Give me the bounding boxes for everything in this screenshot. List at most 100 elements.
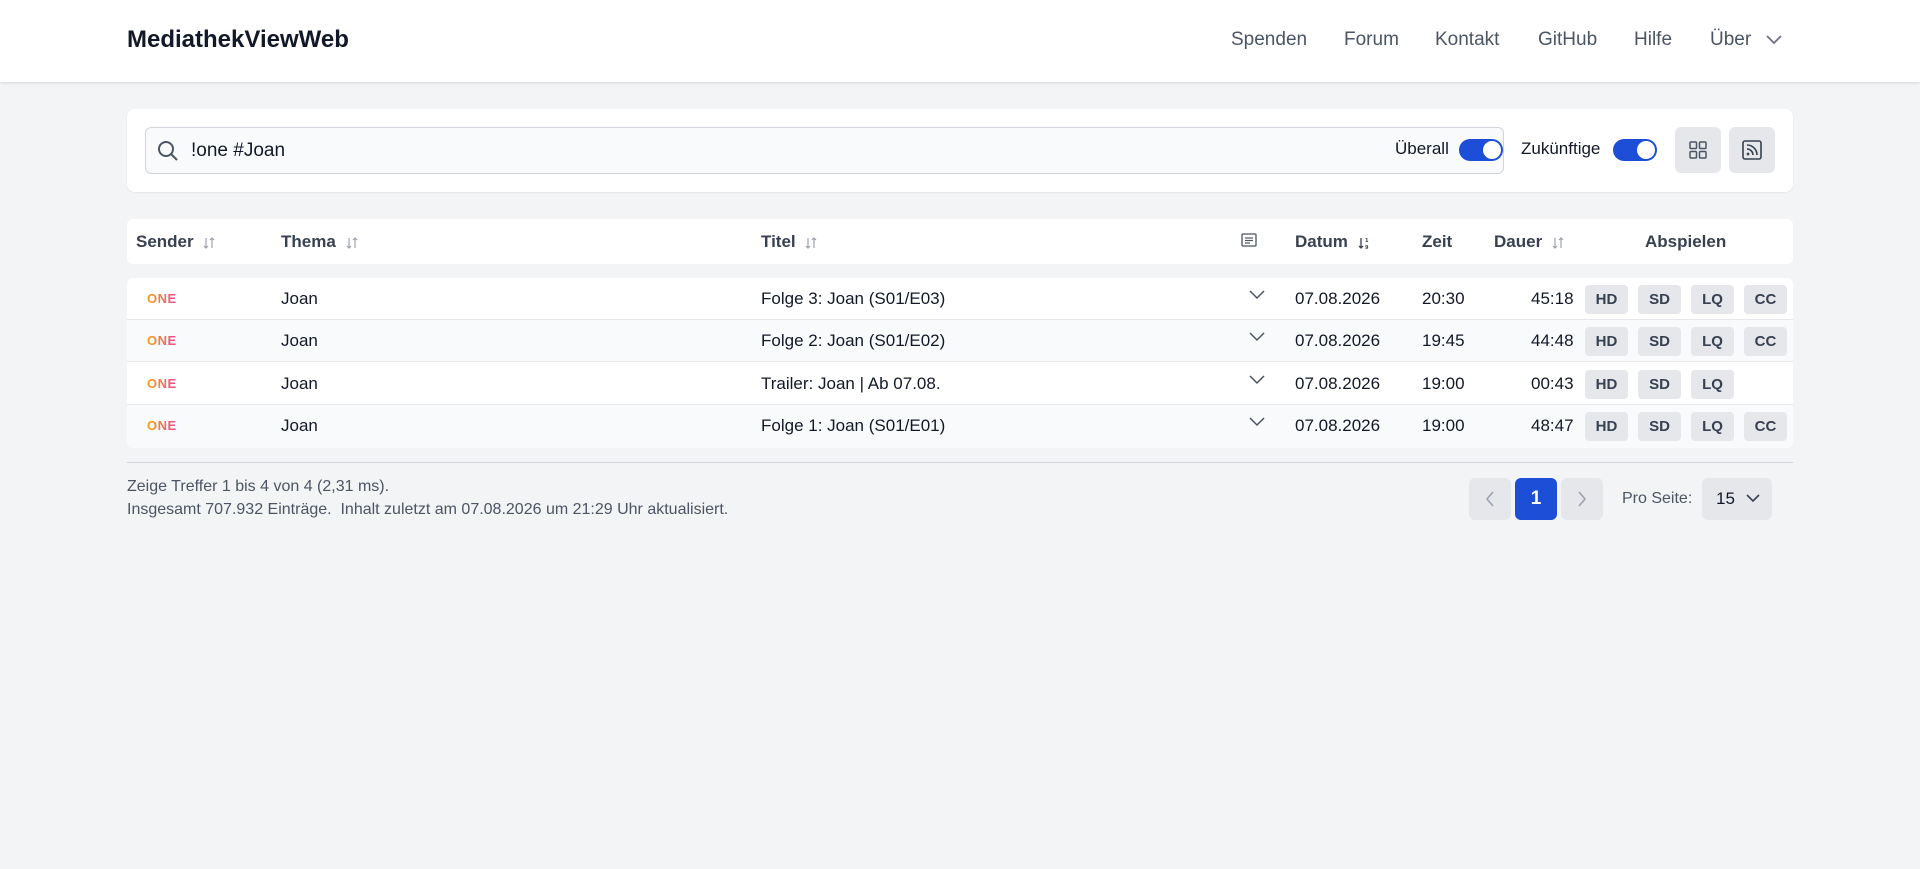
search-icon: [158, 141, 178, 161]
column-description[interactable]: [1241, 232, 1257, 252]
toggle-everywhere[interactable]: [1459, 139, 1503, 161]
prev-page-button[interactable]: [1469, 478, 1511, 520]
svg-text:9: 9: [1365, 245, 1369, 250]
sort-icon: [805, 236, 817, 249]
chevron-down-icon[interactable]: [1249, 417, 1265, 427]
nav-kontakt[interactable]: Kontakt: [1435, 29, 1499, 51]
sort-descending-icon: 1 9: [1358, 237, 1369, 250]
divider: [127, 462, 1793, 463]
per-page-select[interactable]: 15: [1702, 478, 1772, 520]
sender-logo[interactable]: ONE: [147, 418, 177, 433]
rss-feed-button[interactable]: [1729, 127, 1775, 173]
thema-cell[interactable]: Joan: [281, 289, 318, 309]
column-label: Thema: [281, 232, 336, 251]
titel-cell[interactable]: Folge 3: Joan (S01/E03): [761, 289, 945, 309]
per-page-label: Pro Seite:: [1622, 490, 1693, 507]
chevron-down-icon[interactable]: [1249, 332, 1265, 342]
titel-cell[interactable]: Trailer: Joan | Ab 07.08.: [761, 374, 941, 394]
play-sd-button[interactable]: SD: [1638, 285, 1681, 314]
play-sd-button[interactable]: SD: [1638, 370, 1681, 399]
play-sd-button[interactable]: SD: [1638, 327, 1681, 356]
dauer-cell: 00:43: [1531, 374, 1574, 393]
thema-cell[interactable]: Joan: [281, 374, 318, 394]
next-page-button[interactable]: [1561, 478, 1603, 520]
chevron-down-icon[interactable]: [1249, 290, 1265, 300]
sort-icon: [1552, 236, 1564, 249]
table-row: ONE Joan Trailer: Joan | Ab 07.08. 07.08…: [127, 363, 1793, 405]
column-sender[interactable]: Sender: [136, 232, 216, 252]
column-abspielen: Abspielen: [1645, 232, 1726, 252]
play-lq-button[interactable]: LQ: [1691, 285, 1734, 314]
nav-hilfe[interactable]: Hilfe: [1634, 29, 1672, 51]
play-lq-button[interactable]: LQ: [1691, 412, 1734, 441]
chevron-down-icon[interactable]: [1249, 375, 1265, 385]
zeit-cell: 19:00: [1422, 416, 1465, 435]
search-box: [145, 127, 1504, 174]
sort-icon: [346, 236, 357, 249]
page-button-current[interactable]: 1: [1515, 478, 1557, 520]
chevron-right-icon: [1578, 491, 1587, 507]
description-icon: [1241, 233, 1257, 247]
play-hd-button[interactable]: HD: [1585, 285, 1628, 314]
column-label: Zeit: [1422, 232, 1453, 251]
nav-ueber[interactable]: Über: [1710, 29, 1783, 51]
toggle-future[interactable]: [1613, 139, 1657, 161]
column-dauer[interactable]: Dauer: [1494, 232, 1565, 252]
subtitles-button[interactable]: CC: [1744, 285, 1787, 314]
hits-info: Zeige Treffer 1 bis 4 von 4 (2,31 ms).: [127, 478, 390, 495]
sender-logo[interactable]: ONE: [147, 291, 177, 306]
rss-icon: [1742, 140, 1762, 160]
play-hd-button[interactable]: HD: [1585, 370, 1628, 399]
datum-cell: 07.08.2026: [1295, 416, 1381, 435]
nav-github[interactable]: GitHub: [1538, 29, 1597, 51]
play-hd-button[interactable]: HD: [1585, 327, 1628, 356]
thema-cell[interactable]: Joan: [281, 331, 318, 351]
datum-cell: 07.08.2026: [1295, 331, 1381, 350]
sort-icon: [203, 236, 215, 249]
main-nav: Spenden Forum Kontakt GitHub Hilfe Über: [0, 29, 1920, 55]
thema-cell[interactable]: Joan: [281, 416, 318, 436]
search-card: Überall Zukünftige: [127, 109, 1793, 192]
grid-view-button[interactable]: [1675, 127, 1721, 173]
play-sd-button[interactable]: SD: [1638, 412, 1681, 441]
dauer-cell: 48:47: [1531, 416, 1574, 435]
nav-forum[interactable]: Forum: [1344, 29, 1399, 51]
column-datum[interactable]: Datum 1 9: [1295, 232, 1371, 252]
grid-icon: [1689, 141, 1707, 159]
titel-cell[interactable]: Folge 1: Joan (S01/E01): [761, 416, 945, 436]
sender-logo[interactable]: ONE: [147, 376, 177, 391]
column-label: Titel: [761, 232, 796, 251]
datum-cell: 07.08.2026: [1295, 374, 1381, 393]
toggle-knob: [1483, 141, 1501, 159]
table-row: ONE Joan Folge 3: Joan (S01/E03) 07.08.2…: [127, 278, 1793, 320]
search-input[interactable]: [191, 137, 1441, 165]
subtitles-button[interactable]: CC: [1744, 327, 1787, 356]
toggle-knob: [1637, 141, 1655, 159]
table-header: Sender Thema Titel Datum 1 9 Zeit Dauer …: [127, 219, 1793, 264]
dauer-cell: 45:18: [1531, 289, 1574, 308]
column-titel[interactable]: Titel: [761, 232, 818, 252]
zeit-cell: 20:30: [1422, 289, 1465, 308]
play-lq-button[interactable]: LQ: [1691, 327, 1734, 356]
titel-cell[interactable]: Folge 2: Joan (S01/E02): [761, 331, 945, 351]
nav-spenden[interactable]: Spenden: [1231, 29, 1307, 51]
chevron-down-icon: [1746, 494, 1760, 503]
zeit-cell: 19:45: [1422, 331, 1465, 350]
per-page-value: 15: [1716, 489, 1735, 508]
results-table: ONE Joan Folge 3: Joan (S01/E03) 07.08.2…: [127, 278, 1793, 448]
svg-text:1: 1: [1365, 238, 1369, 244]
nav-ueber-label: Über: [1710, 29, 1752, 50]
zeit-cell: 19:00: [1422, 374, 1465, 393]
column-thema[interactable]: Thema: [281, 232, 359, 252]
toggle-future-label: Zukünftige: [1521, 139, 1601, 158]
play-lq-button[interactable]: LQ: [1691, 370, 1734, 399]
dauer-cell: 44:48: [1531, 331, 1574, 350]
play-hd-button[interactable]: HD: [1585, 412, 1628, 441]
top-navbar: MediathekViewWeb Spenden Forum Kontakt G…: [0, 0, 1920, 82]
sender-logo[interactable]: ONE: [147, 333, 177, 348]
table-row: ONE Joan Folge 2: Joan (S01/E02) 07.08.2…: [127, 320, 1793, 362]
toggle-everywhere-label: Überall: [1395, 139, 1449, 158]
column-label: Abspielen: [1645, 232, 1727, 251]
subtitles-button[interactable]: CC: [1744, 412, 1787, 441]
column-zeit: Zeit: [1422, 232, 1452, 252]
